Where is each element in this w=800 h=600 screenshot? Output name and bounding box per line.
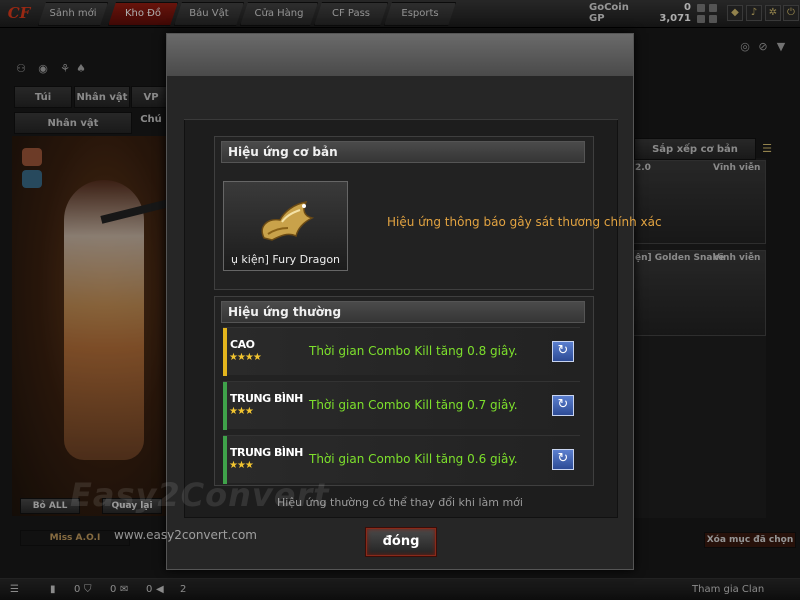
basic-effect-title: Hiệu ứng cơ bản [221,141,585,163]
normal-effect-section: Hiệu ứng thường CAO ★★★★ Thời gian Combo… [214,296,594,486]
effect-row: CAO ★★★★ Thời gian Combo Kill tăng 0.8 g… [223,327,580,376]
effect-description: Thời gian Combo Kill tăng 0.6 giây. [309,452,518,466]
item-slot[interactable]: ụ kiện] Fury Dragon [223,181,348,271]
rank-color-bar [223,382,227,430]
basic-effect-section: Hiệu ứng cơ bản ụ kiện] Fury Dragon [214,136,594,290]
rank-label: TRUNG BÌNH [230,392,303,405]
rank-stars: ★★★ [229,406,254,417]
basic-effect-description: Hiệu ứng thông báo gây sát thương chính … [387,215,662,229]
close-button[interactable]: đóng [366,528,436,556]
dialog-header [167,34,633,76]
rank-stars: ★★★★ [229,352,262,363]
normal-effect-title: Hiệu ứng thường [221,301,585,323]
rank-stars: ★★★ [229,460,254,471]
rank-label: TRUNG BÌNH [230,446,303,459]
dialog-content-header [184,96,618,120]
rank-label: CAO [230,338,255,351]
rank-color-bar [223,328,227,376]
watermark-logo: Easy2Convert [70,476,330,514]
reroll-icon[interactable]: ↻ [552,395,574,416]
effect-description: Thời gian Combo Kill tăng 0.8 giây. [309,344,518,358]
fury-dragon-icon [261,201,315,241]
reroll-icon[interactable]: ↻ [552,341,574,362]
watermark-url: www.easy2convert.com [114,528,257,542]
effect-description: Thời gian Combo Kill tăng 0.7 giây. [309,398,518,412]
effect-row: TRUNG BÌNH ★★★ Thời gian Combo Kill tăng… [223,381,580,430]
reroll-icon[interactable]: ↻ [552,449,574,470]
item-name: ụ kiện] Fury Dragon [230,253,341,266]
